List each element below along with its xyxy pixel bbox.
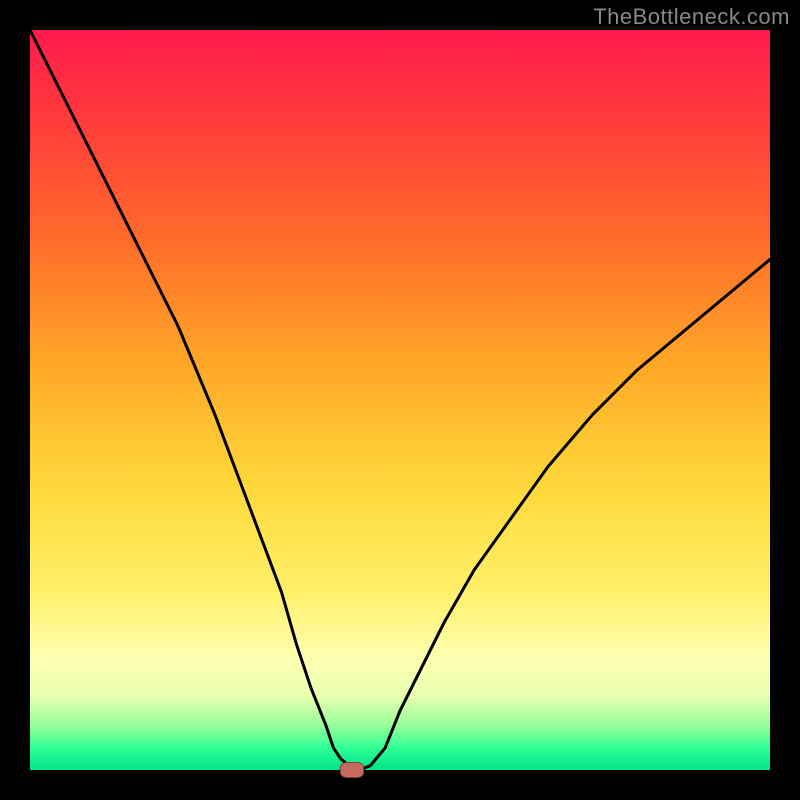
chart-plot-area bbox=[30, 30, 770, 770]
watermark-text: TheBottleneck.com bbox=[593, 4, 790, 30]
chart-frame: TheBottleneck.com bbox=[0, 0, 800, 800]
curve-path bbox=[30, 30, 770, 769]
optimal-point-marker bbox=[340, 762, 364, 778]
bottleneck-curve bbox=[30, 30, 770, 770]
